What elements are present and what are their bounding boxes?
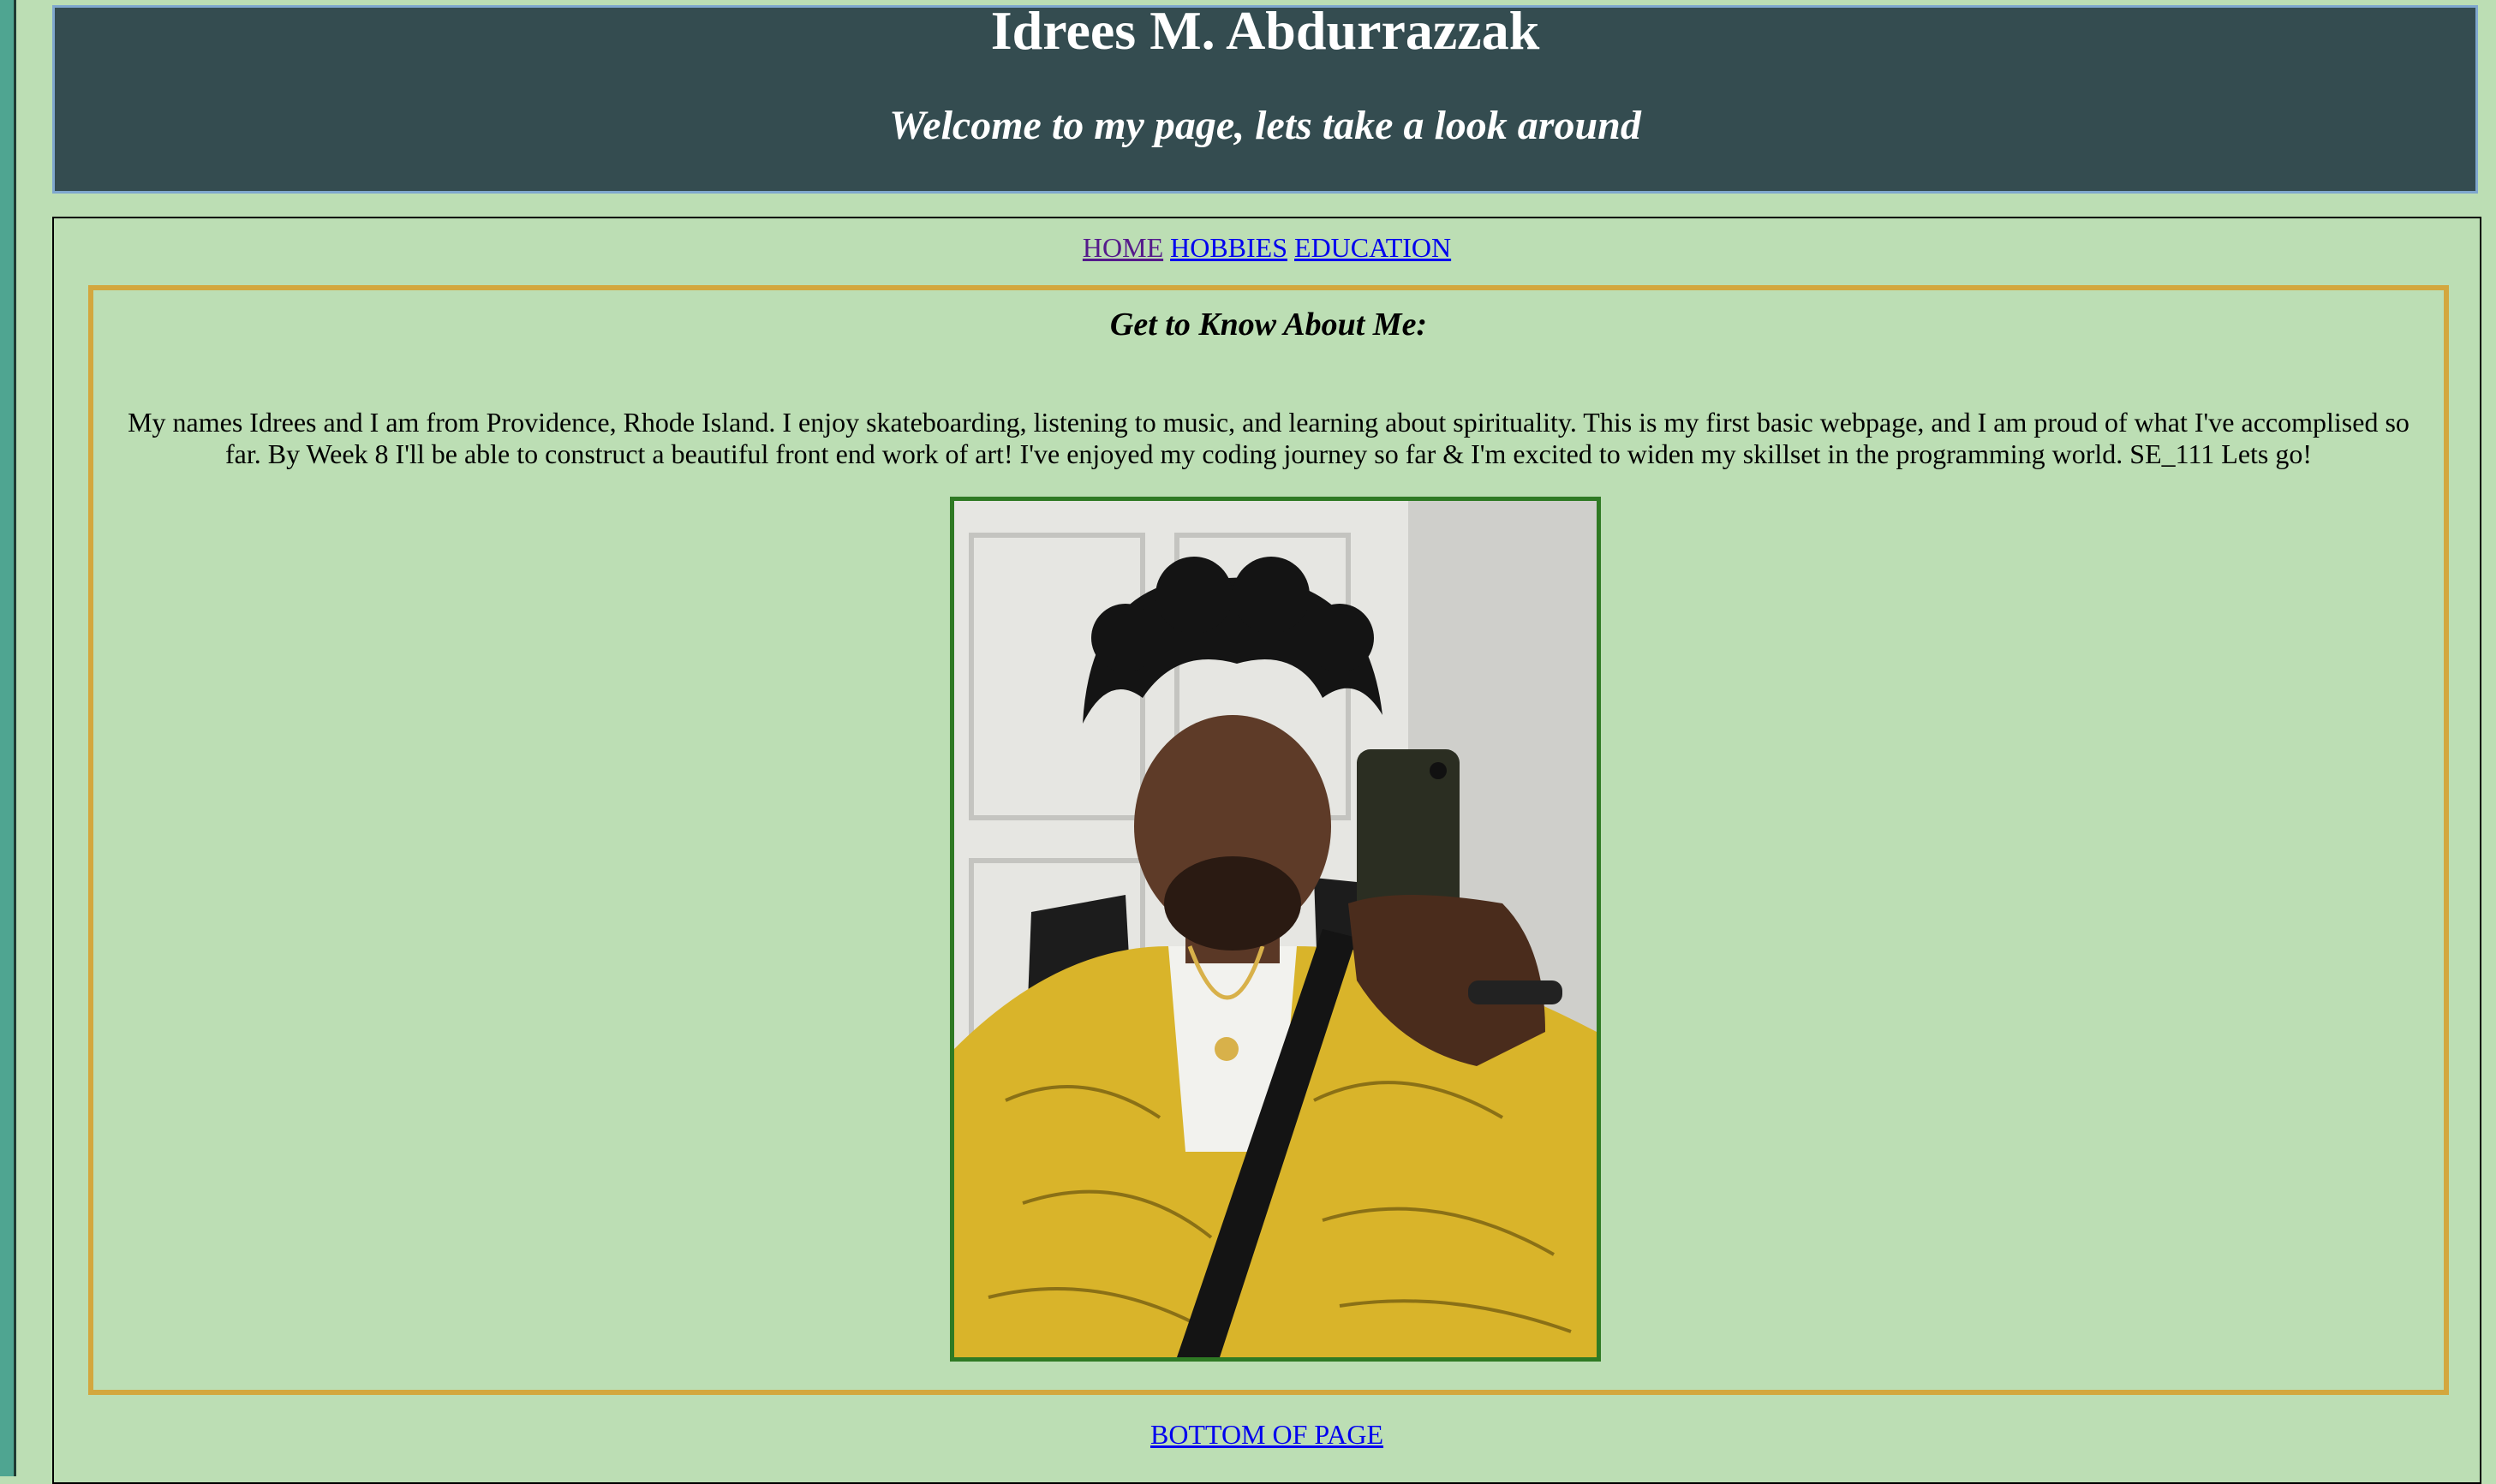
nav-link-hobbies[interactable]: HOBBIES [1170, 232, 1287, 263]
nav-link-education[interactable]: EDUCATION [1294, 232, 1451, 263]
bottom-of-page-container: BOTTOM OF PAGE [54, 1419, 2480, 1451]
page-title: Idrees M. Abdurrazzak [990, 0, 1540, 61]
nav-link-home[interactable]: HOME [1083, 232, 1163, 263]
selfie-illustration [954, 501, 1597, 1357]
page-subtitle: Welcome to my page, lets take a look aro… [889, 103, 1641, 148]
profile-photo [950, 497, 1601, 1362]
bottom-of-page-link[interactable]: BOTTOM OF PAGE [1150, 1419, 1383, 1450]
about-heading: Get to Know About Me: [1109, 307, 1428, 343]
about-text: My names Idrees and I am from Providence… [128, 407, 2409, 469]
main-content: HOME HOBBIES EDUCATION Get to Know About… [52, 217, 2481, 1484]
about-section: Get to Know About Me: My names Idrees an… [88, 285, 2449, 1395]
left-edge-strip [0, 0, 16, 1476]
page-header: Idrees M. Abdurrazzak Welcome to my page… [52, 0, 2478, 194]
nav-bar: HOME HOBBIES EDUCATION [54, 232, 2480, 264]
